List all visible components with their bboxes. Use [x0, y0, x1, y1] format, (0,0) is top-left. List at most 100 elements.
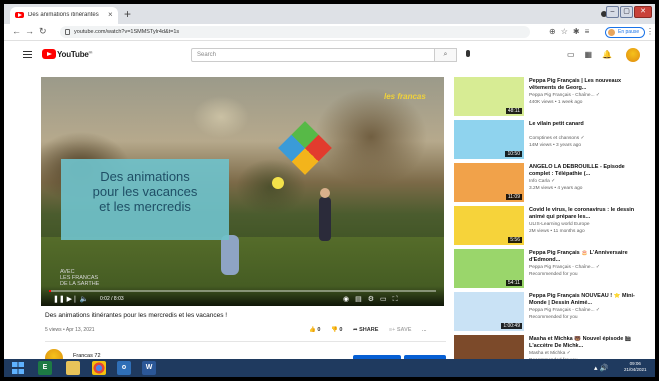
recommended-title[interactable]: ANGELO LA DEBROUILLE - Épisode complet :…: [529, 164, 647, 177]
chrome-icon[interactable]: [92, 361, 106, 375]
video-thumbnail[interactable]: 11:09: [454, 163, 524, 202]
windows-start-icon[interactable]: [12, 362, 24, 374]
francas-logo: les francas: [384, 92, 426, 101]
recommended-title[interactable]: Peppa Pig Français | Les nouveaux vêteme…: [529, 78, 647, 91]
sun-image: [272, 177, 284, 189]
recommended-video[interactable]: 1:00:49 Peppa Pig Français NOUVEAU ! ⭐ Mi…: [454, 292, 650, 335]
microphone-icon[interactable]: [466, 50, 470, 57]
excel-icon[interactable]: E: [38, 361, 52, 375]
account-avatar[interactable]: [626, 48, 640, 62]
overlay-line: Des animations: [100, 169, 190, 184]
forward-arrow-icon[interactable]: →: [25, 26, 34, 36]
video-thumbnail[interactable]: 10:50: [454, 120, 524, 159]
recommended-views: 2M views • 11 months ago: [529, 229, 585, 234]
profile-paused-button[interactable]: En pause: [605, 27, 646, 38]
recommended-title[interactable]: Peppa Pig Français 🎂 L'Anniversaire d'Ed…: [529, 250, 647, 263]
minimize-button[interactable]: –: [606, 6, 619, 18]
back-arrow-icon[interactable]: ←: [12, 26, 21, 36]
search-button[interactable]: ⌕: [435, 48, 457, 62]
search-input[interactable]: Search: [191, 48, 435, 62]
recommended-video[interactable]: 11:09 ANGELO LA DEBROUILLE - Épisode comp…: [454, 163, 650, 206]
video-thumbnail[interactable]: 5:56: [454, 206, 524, 245]
dislike-button[interactable]: 👎 0: [331, 327, 342, 333]
recommended-channel[interactable]: Info Carla ✓: [529, 179, 555, 184]
browser-tab[interactable]: Des animations itinérantes p ×: [10, 7, 118, 24]
menu-icon[interactable]: [23, 51, 32, 58]
video-actions: 👍 0 👎 0 ➦ SHARE ≡+ SAVE ...: [309, 327, 436, 333]
maximize-button[interactable]: ▢: [620, 6, 633, 18]
video-duration: 1:00:49: [501, 323, 522, 329]
recommended-views: Recommended for you: [529, 315, 578, 320]
child-image: [221, 235, 239, 275]
overlay-line: pour les vacances: [92, 184, 198, 199]
video-duration: 48:11: [505, 108, 522, 114]
video-watermark: AVEC LES FRANCAS DE LA SARTHE: [60, 269, 100, 287]
recommended-title[interactable]: Covid le virus, le coronavirus : le dess…: [529, 207, 647, 220]
youtube-logo[interactable]: YouTubeFR: [42, 49, 92, 59]
recommended-video[interactable]: 5:56 Covid le virus, le coronavirus : le …: [454, 206, 650, 249]
toolbar-icons[interactable]: ⊕☆✱≡: [549, 27, 594, 36]
video-duration: 5:56: [508, 237, 522, 243]
player-controls: ❚❚ ▶❘ 🔈 0:02 / 8:03 ◉▤⚙▭⛶: [41, 286, 444, 306]
recommended-title[interactable]: Peppa Pig Français NOUVEAU ! ⭐ Mini-Mond…: [529, 293, 647, 306]
video-duration: 54:11: [505, 280, 522, 286]
close-window-button[interactable]: ✕: [634, 6, 652, 18]
word-icon[interactable]: W: [142, 361, 156, 375]
file-explorer-icon[interactable]: [66, 361, 80, 375]
player-settings-icons[interactable]: ◉▤⚙▭⛶: [343, 295, 404, 304]
more-button[interactable]: ...: [422, 327, 427, 333]
browser-tab-bar: Des animations itinérantes p × + – ▢ ✕: [4, 4, 655, 24]
recommended-views: 440K views • 1 week ago: [529, 100, 583, 105]
youtube-favicon-icon: [15, 12, 24, 18]
save-button[interactable]: ≡+ SAVE: [389, 327, 412, 333]
system-tray-icons[interactable]: ▴ 🔊: [594, 364, 608, 372]
taskbar-clock[interactable]: 09:06 21/04/2021: [624, 361, 647, 373]
url-field[interactable]: youtube.com/watch?v=1SMMSTylr4d&t=1s: [60, 26, 530, 38]
recommended-video[interactable]: 10:50 Le vilain petit canard Comptines et …: [454, 120, 650, 163]
recommended-views: Recommended for you: [529, 272, 578, 277]
search-icon: ⌕: [443, 51, 448, 58]
share-button[interactable]: ➦ SHARE: [353, 327, 378, 333]
new-tab-button[interactable]: +: [124, 7, 131, 21]
browser-menu-icon[interactable]: ⋮: [646, 27, 654, 36]
recommended-title[interactable]: Le vilain petit canard: [529, 121, 647, 128]
window-controls: – ▢ ✕: [605, 6, 652, 20]
header-action-icons[interactable]: ▭▦🔔: [567, 50, 622, 59]
tab-close-icon[interactable]: ×: [108, 10, 113, 19]
like-button[interactable]: 👍 0: [309, 327, 320, 333]
progress-bar[interactable]: [49, 290, 436, 292]
recommended-channel[interactable]: Peppa Pig Français - Chaîne... ✓: [529, 265, 600, 270]
video-thumbnail[interactable]: 1:00:49: [454, 292, 524, 331]
video-meta: 5 views • Apr 13, 2021: [45, 327, 95, 333]
video-thumbnail[interactable]: 48:11: [454, 77, 524, 116]
recommended-channel[interactable]: Comptines et chansons ✓: [529, 136, 584, 141]
lock-icon: [65, 29, 70, 35]
recommended-video[interactable]: 54:11 Peppa Pig Français 🎂 L'Anniversaire…: [454, 249, 650, 292]
reload-icon[interactable]: ↻: [39, 26, 47, 37]
url-text: youtube.com/watch?v=1SMMSTylr4d&t=1s: [74, 29, 180, 35]
player-time: 0:02 / 8:03: [100, 296, 124, 302]
youtube-wordmark: YouTubeFR: [57, 49, 93, 59]
video-duration: 11:09: [505, 194, 522, 200]
windows-taskbar: E o W ▴ 🔊 09:06 21/04/2021: [4, 359, 655, 377]
recommended-video[interactable]: 48:11 Peppa Pig Français | Les nouveaux v…: [454, 77, 650, 120]
recommended-title[interactable]: Masha et Michka 🐻 Nouvel épisode 🎬 L'acc…: [529, 336, 647, 349]
recommended-channel[interactable]: Masha et Michka ✓: [529, 351, 571, 356]
video-player[interactable]: Des animations pour les vacances et les …: [41, 77, 444, 306]
divider: [45, 341, 446, 342]
address-bar-row: ← → ↻ youtube.com/watch?v=1SMMSTylr4d&t=…: [4, 24, 655, 41]
recommended-channel[interactable]: ULIS-Learning world Europe: [529, 222, 590, 227]
youtube-play-icon: [42, 49, 56, 59]
progress-fill: [49, 290, 51, 292]
video-duration: 10:50: [505, 151, 522, 157]
overlay-line: et les mercredis: [99, 199, 191, 214]
recommended-channel[interactable]: Peppa Pig Français - Chaîne... ✓: [529, 93, 600, 98]
recommended-list: 48:11 Peppa Pig Français | Les nouveaux v…: [454, 77, 650, 377]
playback-buttons[interactable]: ❚❚ ▶❘ 🔈: [53, 295, 89, 303]
recommended-channel[interactable]: Peppa Pig Français - Chaîne... ✓: [529, 308, 600, 313]
person-image: [319, 188, 331, 241]
video-title-overlay: Des animations pour les vacances et les …: [61, 159, 229, 240]
outlook-icon[interactable]: o: [117, 361, 131, 375]
video-thumbnail[interactable]: 54:11: [454, 249, 524, 288]
video-title: Des animations itinérantes pour les merc…: [45, 312, 228, 319]
